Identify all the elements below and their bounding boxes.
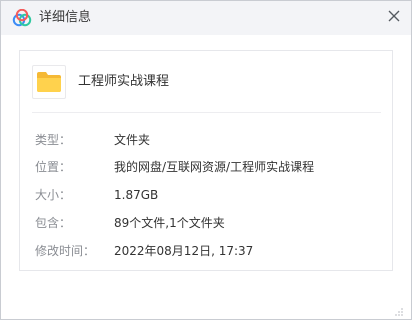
modified-time-value: 2022年08月12日, 17:37 — [114, 244, 254, 258]
size-label: 大小： — [35, 188, 72, 202]
modified-time-label: 修改时间： — [35, 244, 96, 258]
title-bar[interactable]: 详细信息 — [1, 1, 411, 35]
divider — [32, 112, 381, 113]
file-thumbnail — [32, 65, 66, 99]
type-label: 类型： — [35, 133, 72, 147]
details-dialog: 详细信息 工程师实战课程 类型： 文件夹 位置： 我的网盘/互联网资源/工程师实… — [0, 0, 412, 320]
contains-label: 包含： — [35, 216, 72, 230]
size-value: 1.87GB — [114, 188, 159, 202]
baidu-netdisk-logo-icon — [12, 9, 32, 27]
location-value: 我的网盘/互联网资源/工程师实战课程 — [114, 160, 315, 174]
folder-icon — [37, 72, 61, 92]
type-value: 文件夹 — [114, 133, 151, 147]
contains-value: 89个文件,1个文件夹 — [114, 216, 225, 230]
location-label: 位置： — [35, 160, 72, 174]
file-details-card: 工程师实战课程 类型： 文件夹 位置： 我的网盘/互联网资源/工程师实战课程 大… — [19, 50, 403, 316]
resize-grip-icon[interactable] — [394, 307, 404, 317]
dialog-title: 详细信息 — [39, 10, 92, 25]
close-icon[interactable] — [383, 5, 405, 27]
file-name: 工程师实战课程 — [78, 74, 170, 89]
